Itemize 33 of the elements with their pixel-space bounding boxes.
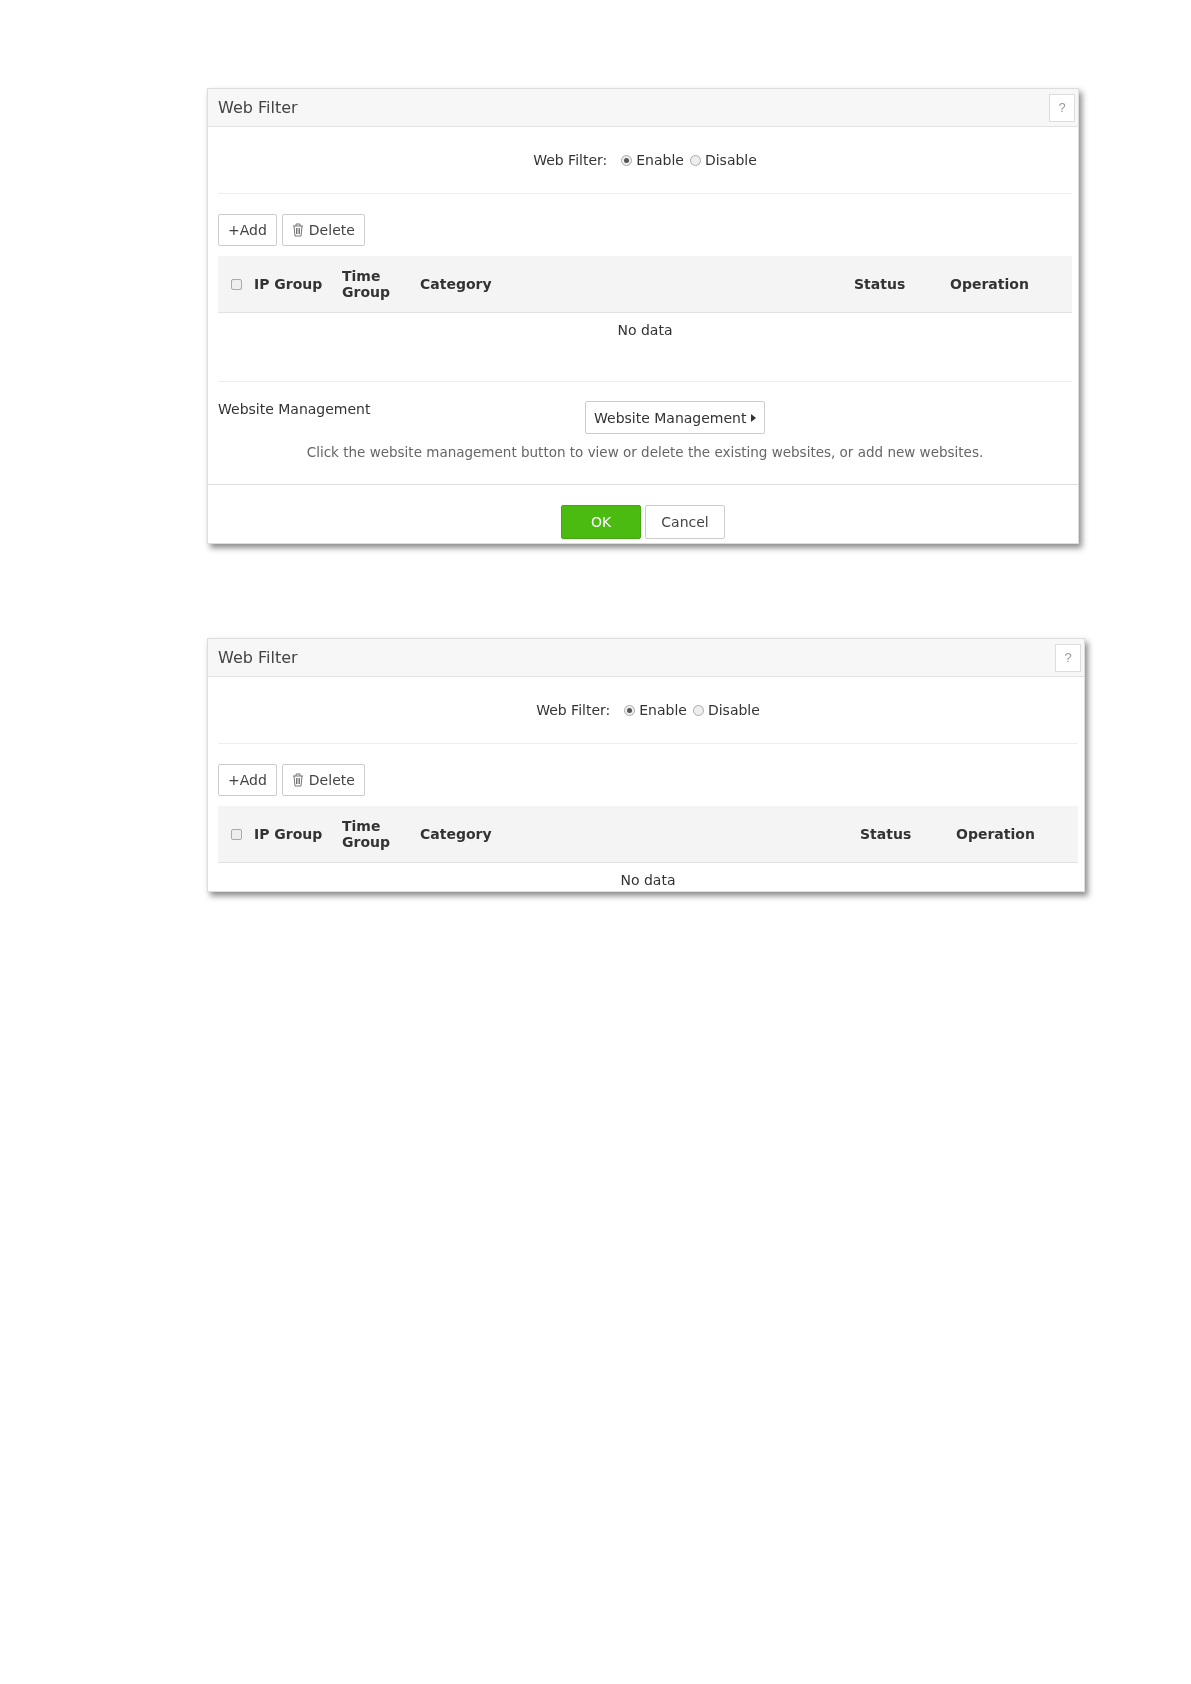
column-header: Status — [854, 276, 907, 292]
dialog-title: Web Filter — [218, 648, 298, 667]
select-all-checkbox[interactable] — [230, 278, 242, 290]
field-label: Web Filter: — [536, 702, 611, 718]
add-button[interactable]: +Add — [218, 214, 277, 246]
column-header: IP Group — [254, 276, 324, 292]
radio-option[interactable]: Enable — [624, 702, 687, 718]
delete-button[interactable]: Delete — [281, 214, 365, 246]
field-label: Web Filter: — [533, 152, 608, 168]
radio-option[interactable]: Disable — [689, 152, 757, 168]
radio-option[interactable]: Disable — [692, 702, 760, 718]
dialog-title: Web Filter — [218, 98, 298, 117]
trash-icon — [291, 773, 304, 787]
hint-text: Click the website management button to view or delete the existing websites, or add new websites. — [306, 444, 984, 460]
cancel-button[interactable]: Cancel — [645, 505, 725, 539]
empty-message: No data — [620, 872, 676, 888]
column-header: Status — [860, 826, 913, 842]
column-header: Time Group — [342, 818, 391, 850]
column-header: Category — [420, 276, 493, 292]
select-all-checkbox[interactable] — [230, 828, 242, 840]
delete-button[interactable]: Delete — [281, 764, 365, 796]
column-header: IP Group — [254, 826, 324, 842]
column-header: Operation — [956, 826, 1036, 842]
radio-option[interactable]: Enable — [621, 152, 684, 168]
add-button[interactable]: +Add — [218, 764, 277, 796]
caret-icon — [751, 413, 757, 422]
column-header: Category — [420, 826, 493, 842]
column-header: Operation — [950, 276, 1030, 292]
field-label: Website Management — [218, 401, 372, 417]
empty-message: No data — [617, 322, 673, 338]
website-management-button[interactable]: Website Management — [585, 401, 766, 434]
column-header: Time Group — [342, 268, 391, 300]
trash-icon — [291, 223, 304, 237]
